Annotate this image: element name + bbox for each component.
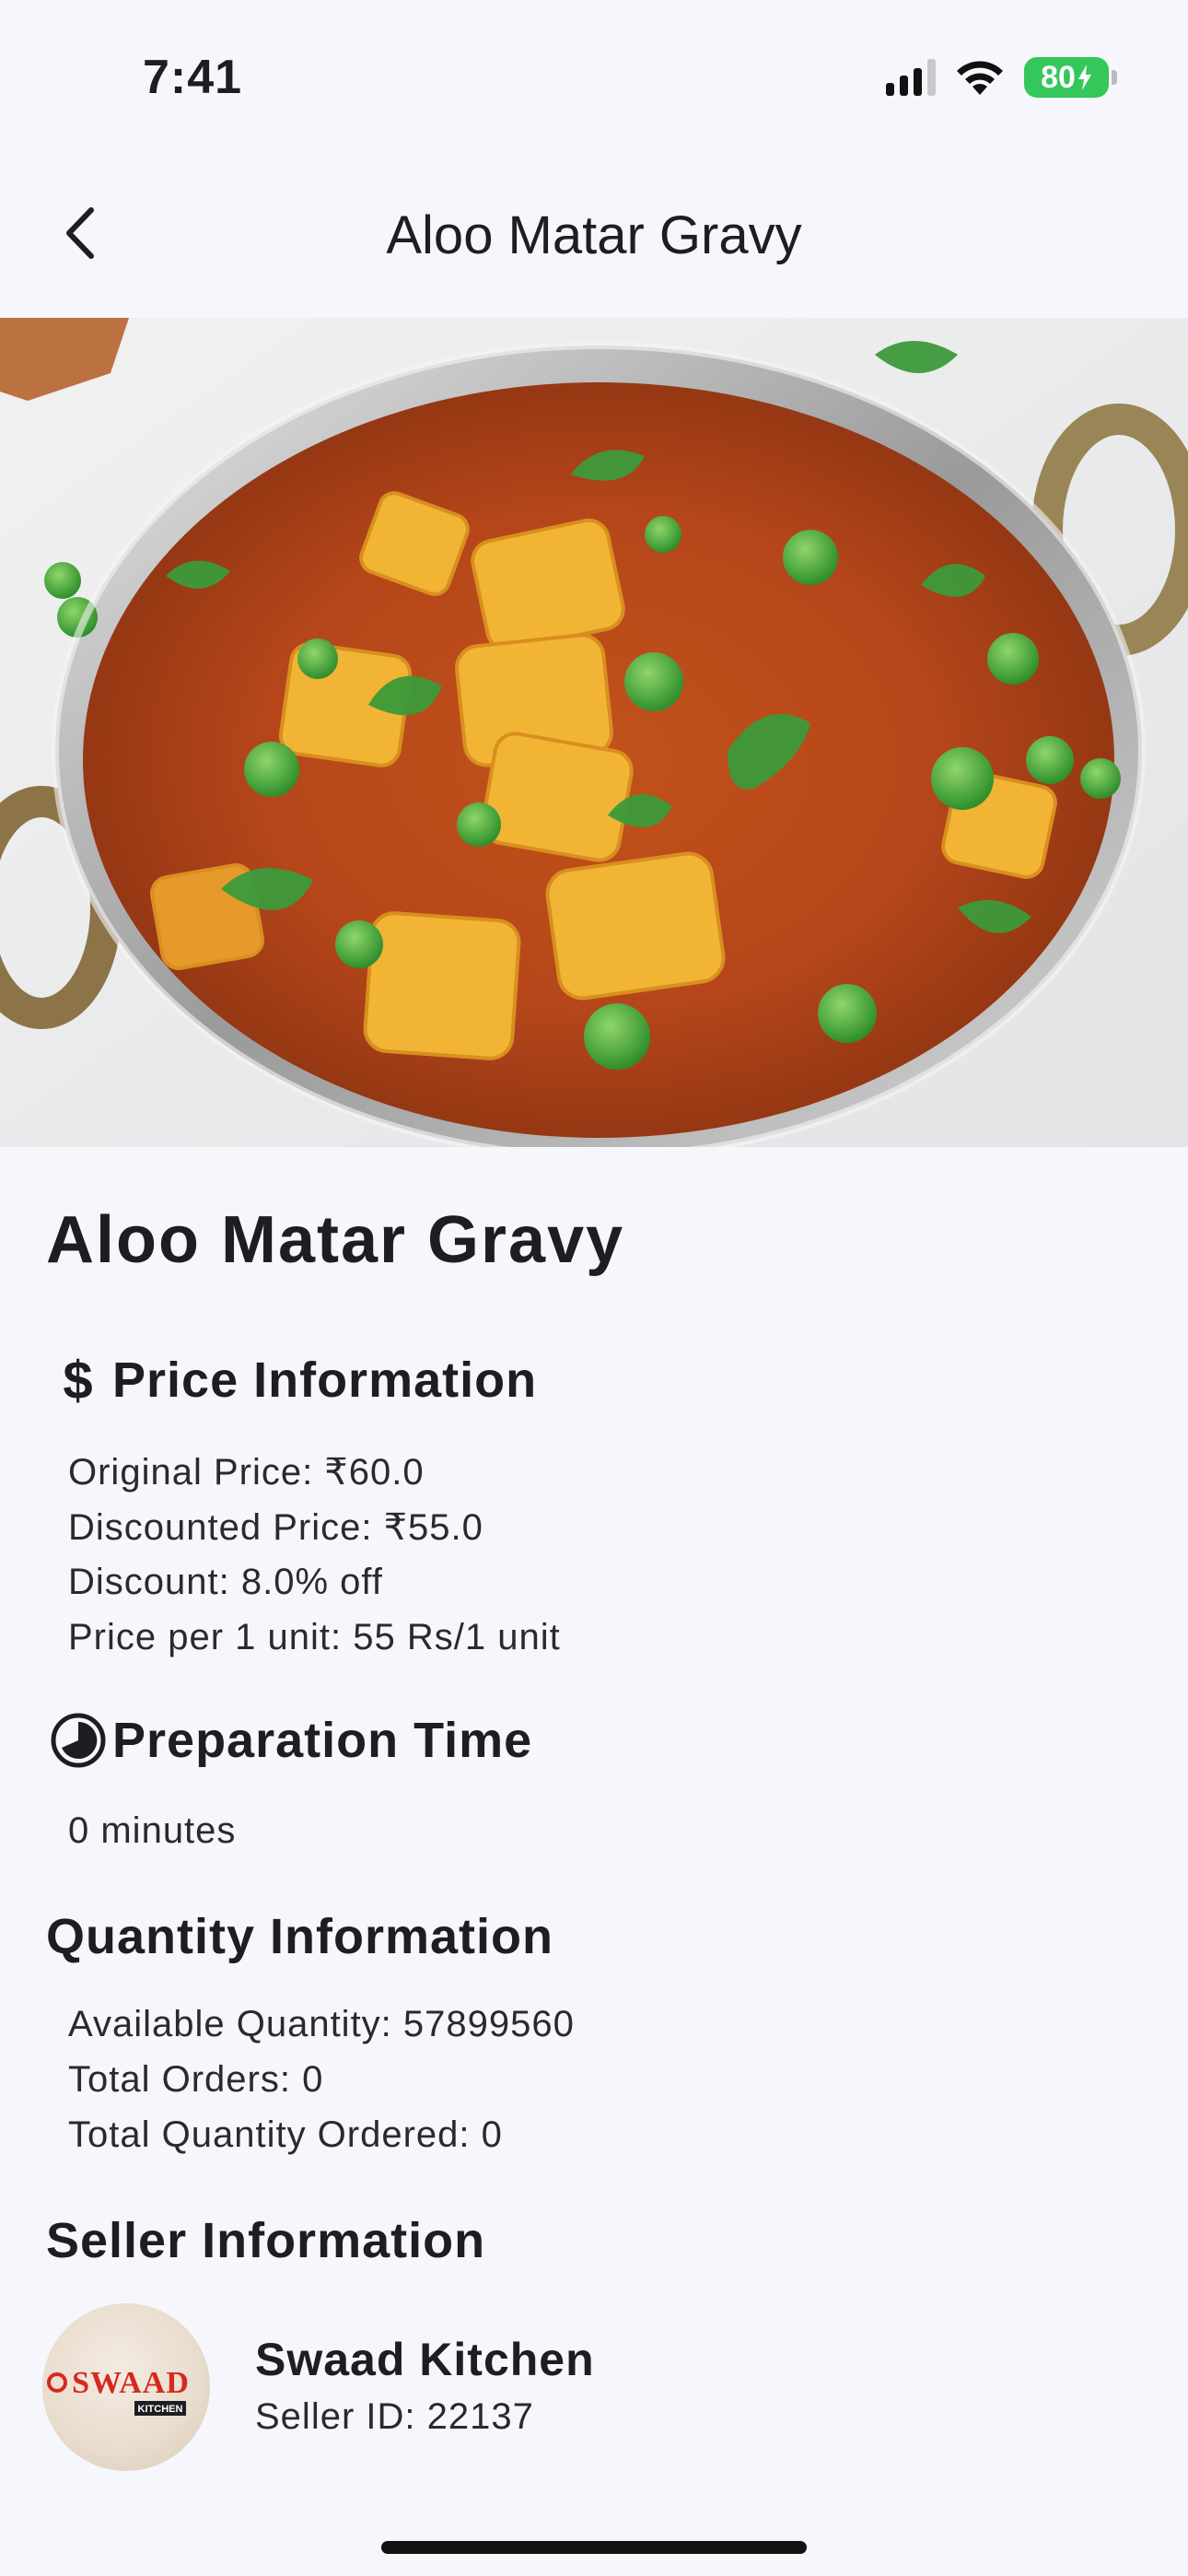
prep-time-heading: Preparation Time xyxy=(46,1711,532,1770)
nav-title: Aloo Matar Gravy xyxy=(386,205,802,265)
battery-level: 80 xyxy=(1041,59,1076,95)
wifi-icon xyxy=(957,61,1003,95)
status-time: 7:41 xyxy=(143,51,243,104)
seller-info-title: Seller Information xyxy=(46,2213,486,2268)
price-per-unit: Price per 1 unit: 55 Rs/1 unit xyxy=(68,1617,561,1657)
prep-time-value: 0 minutes xyxy=(68,1810,237,1851)
seller-id: Seller ID: 22137 xyxy=(255,2396,534,2437)
quantity-info-heading: Quantity Information xyxy=(46,1908,553,1965)
quantity-info-title: Quantity Information xyxy=(46,1909,553,1964)
original-price: Original Price: ₹60.0 xyxy=(68,1452,425,1493)
total-quantity-ordered: Total Quantity Ordered: 0 xyxy=(68,2114,503,2155)
seller-logo: SWAAD KITCHEN xyxy=(47,2366,190,2416)
home-indicator[interactable] xyxy=(381,2541,807,2554)
dish-illustration xyxy=(0,318,1188,1147)
seller-info-heading: Seller Information xyxy=(46,2212,485,2269)
dish-photo xyxy=(0,318,1188,1147)
bolt-icon xyxy=(1077,64,1091,90)
seller-avatar[interactable]: SWAAD KITCHEN xyxy=(42,2303,210,2471)
svg-text:KITCHEN: KITCHEN xyxy=(138,2404,183,2415)
screen: 7:41 80 Aloo Matar Gravy Aloo Matar Grav… xyxy=(0,0,1188,2576)
navigation-bar: Aloo Matar Gravy xyxy=(0,147,1188,318)
status-bar: 7:41 80 xyxy=(0,0,1188,147)
seller-name: Swaad Kitchen xyxy=(255,2334,595,2385)
prep-time-title: Preparation Time xyxy=(112,1713,533,1768)
discounted-price: Discounted Price: ₹55.0 xyxy=(68,1507,483,1548)
price-info-title: Price Information xyxy=(112,1352,538,1408)
svg-text:SWAAD: SWAAD xyxy=(72,2366,190,2400)
dish-title: Aloo Matar Gravy xyxy=(46,1203,625,1277)
status-icons: 80 xyxy=(886,57,1117,98)
discount: Discount: 8.0% off xyxy=(68,1562,383,1602)
available-quantity: Available Quantity: 57899560 xyxy=(68,2004,575,2044)
dollar-icon: $ xyxy=(46,1352,111,1408)
timer-icon xyxy=(46,1711,111,1770)
battery-charging-icon: 80 xyxy=(1024,57,1117,98)
cellular-signal-icon xyxy=(886,59,936,96)
price-info-heading: $ Price Information xyxy=(46,1352,537,1409)
svg-text:$: $ xyxy=(63,1352,93,1408)
total-orders: Total Orders: 0 xyxy=(68,2059,324,2100)
